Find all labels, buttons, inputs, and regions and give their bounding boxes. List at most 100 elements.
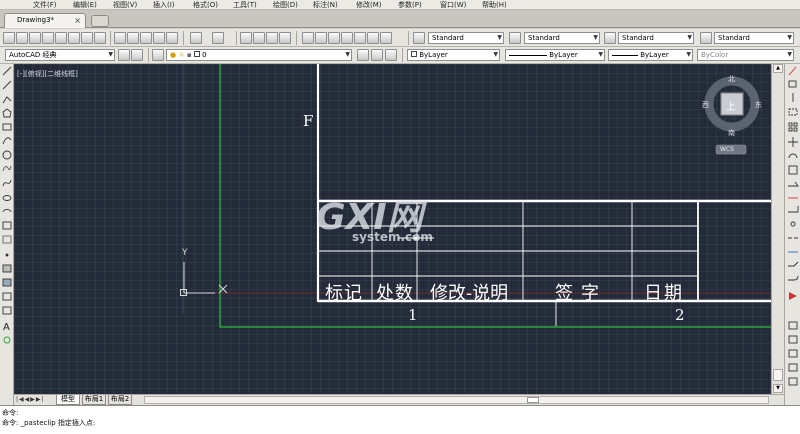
plot-style-select[interactable]: ByColor ▼ (697, 49, 794, 61)
publish3d-icon[interactable] (81, 32, 93, 44)
linetype-select[interactable]: ByLayer ▼ (505, 49, 605, 61)
menu-file[interactable]: 文件(F) (33, 0, 57, 10)
preview-icon[interactable] (55, 32, 67, 44)
menu-format[interactable]: 格式(O) (193, 0, 218, 10)
header-mark: 标记 (325, 283, 363, 304)
open-icon[interactable] (16, 32, 28, 44)
make-current-layer-icon[interactable] (357, 49, 369, 61)
menu-view[interactable]: 视图(V) (113, 0, 137, 10)
pan-icon[interactable] (240, 32, 252, 44)
lineweight-value: ByLayer (640, 51, 669, 59)
menu-parametric[interactable]: 参数(P) (398, 0, 422, 10)
save-icon[interactable] (29, 32, 41, 44)
close-icon[interactable]: × (74, 14, 81, 27)
workspace-select[interactable]: AutoCAD 经典 ▼ (5, 49, 115, 61)
match-properties-icon[interactable] (153, 32, 165, 44)
standard-toolbar: Standard ▼ Standard ▼ Standard ▼ Standard ▼ (0, 29, 800, 47)
menu-insert[interactable]: 插入(I) (153, 0, 175, 10)
construction-line-icon (2, 80, 12, 90)
line-tool-icon (2, 66, 12, 76)
command-window[interactable]: 命令: 命令: _pasteclip 指定插入点: (0, 405, 800, 434)
table-style-select[interactable]: Standard ▼ (618, 32, 694, 44)
new-tab-button[interactable] (91, 15, 109, 27)
layer-previous-icon[interactable] (371, 49, 383, 61)
vertical-scrollbar[interactable]: ▲ ▼ (771, 64, 784, 394)
zoom-previous-icon[interactable] (279, 32, 291, 44)
viewcube-west[interactable]: 西 (702, 100, 709, 110)
zoom-realtime-icon[interactable] (253, 32, 265, 44)
tab-model[interactable]: 模型 (56, 395, 80, 405)
cut-icon[interactable] (114, 32, 126, 44)
autocad-window: 文件(F) 编辑(E) 视图(V) 插入(I) 格式(O) 工具(T) 绘图(D… (0, 0, 800, 434)
table-style-icon[interactable] (604, 32, 616, 44)
sheet-set-icon[interactable] (341, 32, 353, 44)
document-tab[interactable]: Drawing3* × (4, 13, 86, 28)
lineweight-select[interactable]: ByLayer ▼ (608, 49, 693, 61)
workspace-save-icon[interactable] (131, 49, 143, 61)
copy-icon[interactable] (127, 32, 139, 44)
chevron-down-icon: ▼ (108, 51, 113, 58)
plot-style-value: ByColor (701, 51, 729, 59)
point-icon (5, 253, 9, 257)
workspace-settings-icon[interactable] (118, 49, 130, 61)
menu-edit[interactable]: 编辑(E) (73, 0, 97, 10)
viewcube-north[interactable]: 北 (728, 74, 735, 84)
viewcube-top-face[interactable]: 上 (726, 98, 736, 113)
dim-style-icon[interactable] (509, 32, 521, 44)
properties-icon[interactable] (302, 32, 314, 44)
command-prompt-line[interactable]: 命令: _pasteclip 指定插入点: (2, 418, 95, 428)
menu-window[interactable]: 窗口(W) (440, 0, 466, 10)
drawing-canvas[interactable]: [-][俯视][二维线框] F Y 标记 处数 修改-说明 签字 日期 1 2 … (14, 64, 771, 394)
qnew-icon[interactable] (3, 32, 15, 44)
viewcube[interactable] (704, 76, 760, 155)
scroll-down-icon[interactable]: ▼ (773, 384, 783, 393)
design-center-icon[interactable] (315, 32, 327, 44)
color-select[interactable]: ByLayer ▼ (407, 49, 500, 61)
horizontal-scrollbar[interactable] (144, 396, 769, 404)
header-change-note: 修改-说明 (430, 283, 509, 304)
menu-tools[interactable]: 工具(T) (233, 0, 257, 10)
dim-style-select[interactable]: Standard ▼ (524, 32, 600, 44)
menu-dimension[interactable]: 标注(N) (313, 0, 338, 10)
scroll-thumb[interactable] (773, 369, 783, 381)
undo-icon[interactable] (190, 32, 202, 44)
calculator-icon[interactable] (367, 32, 379, 44)
tab-layout1[interactable]: 布局1 (82, 395, 106, 405)
text-style-select[interactable]: Standard ▼ (428, 32, 504, 44)
viewcube-south[interactable]: 南 (728, 128, 735, 138)
hatch-icon (2, 264, 12, 273)
wcs-menu[interactable]: WCS (720, 146, 734, 153)
menu-modify[interactable]: 修改(M) (356, 0, 382, 10)
menu-draw[interactable]: 绘图(D) (273, 0, 298, 10)
insert-block-icon (2, 221, 12, 230)
multileader-style-icon[interactable] (700, 32, 712, 44)
paste-icon[interactable] (140, 32, 152, 44)
scroll-thumb[interactable] (527, 397, 539, 403)
chevron-down-icon: ▼ (593, 34, 598, 41)
layer-states-icon[interactable] (385, 49, 397, 61)
menu-help[interactable]: 帮助(H) (482, 0, 507, 10)
block-editor-icon[interactable] (166, 32, 178, 44)
chevron-down-icon: ▼ (497, 34, 502, 41)
layer-properties-icon[interactable] (152, 49, 164, 61)
gradient-icon (2, 278, 12, 287)
text-style-icon[interactable] (413, 32, 425, 44)
viewcube-east[interactable]: 东 (755, 100, 762, 110)
layer-select[interactable]: ● ☼ ▪ 0 ▼ (166, 49, 352, 61)
tool-palettes-icon[interactable] (328, 32, 340, 44)
publish-icon[interactable] (68, 32, 80, 44)
spline-icon (2, 179, 12, 187)
scroll-up-icon[interactable]: ▲ (773, 64, 783, 73)
plot-icon[interactable] (42, 32, 54, 44)
header-signature: 签字 (555, 283, 607, 304)
zoom-window-icon[interactable] (266, 32, 278, 44)
redo-icon[interactable] (212, 32, 224, 44)
tab-layout2[interactable]: 布局2 (108, 395, 132, 405)
help-icon[interactable] (380, 32, 392, 44)
markup-icon[interactable] (354, 32, 366, 44)
stretch-icon (788, 181, 799, 187)
layout-nav-arrows[interactable]: |◀◀▶▶| (16, 396, 45, 403)
tray-icon[interactable] (94, 32, 106, 44)
multileader-style-select[interactable]: Standard ▼ (714, 32, 794, 44)
viewport-label[interactable]: [-][俯视][二维线框] (17, 69, 78, 79)
